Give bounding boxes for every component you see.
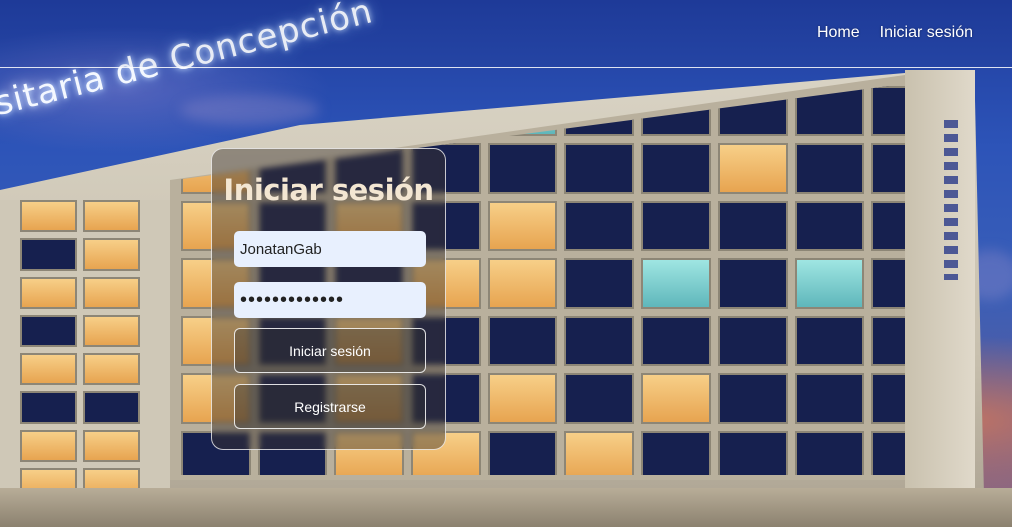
login-title: Iniciar sesión bbox=[223, 173, 434, 207]
username-input[interactable] bbox=[234, 231, 426, 267]
nav-home-link[interactable]: Home bbox=[817, 24, 860, 42]
ground bbox=[0, 488, 1012, 527]
left-wing-windows bbox=[20, 200, 140, 500]
password-input[interactable] bbox=[234, 282, 426, 318]
top-navbar: Home Iniciar sesión bbox=[0, 0, 1012, 68]
building-tower bbox=[905, 70, 975, 527]
cloud bbox=[180, 95, 320, 125]
background-photo: sitaria de Concepción bbox=[0, 0, 1012, 527]
login-button[interactable]: Iniciar sesión bbox=[234, 328, 426, 373]
tower-sign bbox=[944, 120, 958, 280]
nav-links: Home Iniciar sesión bbox=[817, 24, 973, 42]
login-card: Iniciar sesión Iniciar sesión Registrars… bbox=[211, 148, 446, 450]
register-button[interactable]: Registrarse bbox=[234, 384, 426, 429]
nav-login-link[interactable]: Iniciar sesión bbox=[880, 24, 973, 42]
